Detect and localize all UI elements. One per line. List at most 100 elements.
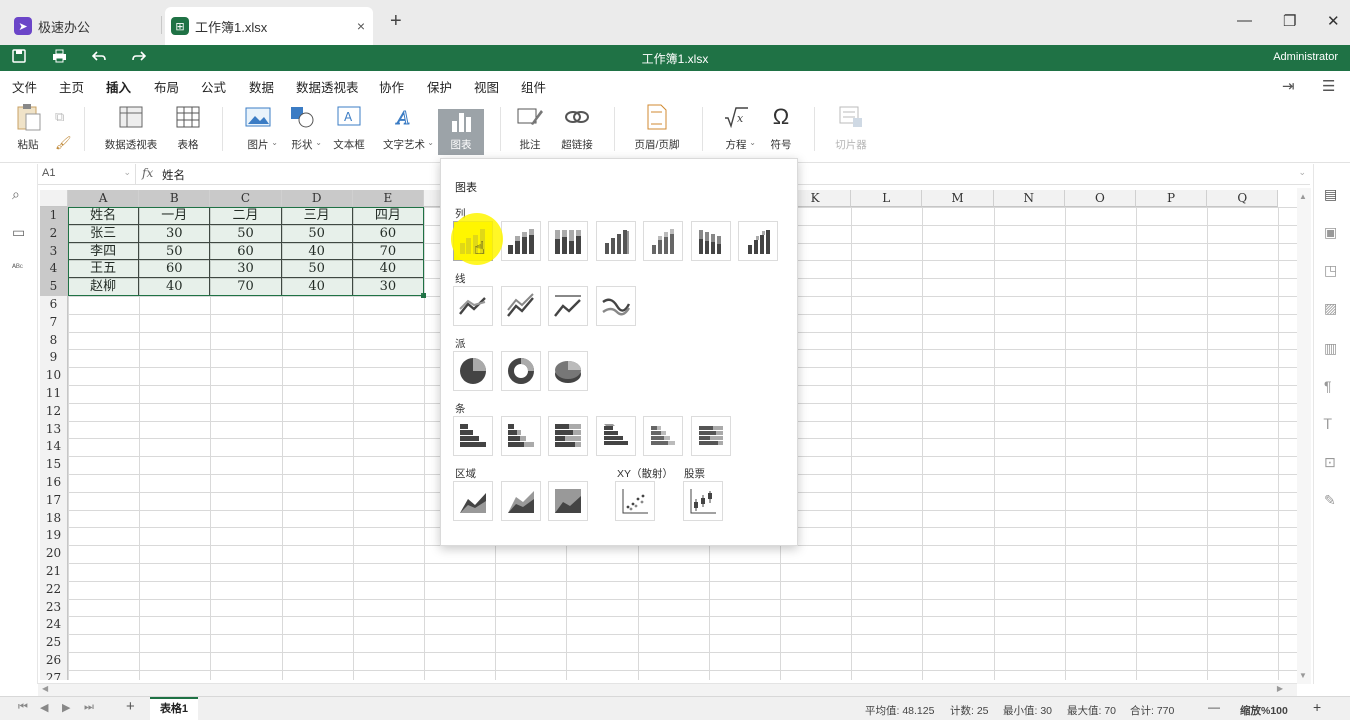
select-all-corner[interactable] — [40, 190, 68, 207]
menu-insert[interactable]: 插入 — [106, 77, 132, 102]
row-header[interactable]: 18 — [40, 509, 68, 528]
pie-chart-option[interactable] — [453, 351, 493, 391]
header-footer-button[interactable]: 页眉/页脚 — [630, 101, 684, 157]
menu-pivot[interactable]: 数据透视表 — [296, 77, 359, 96]
column-header[interactable]: L — [851, 190, 923, 207]
percent-stacked-column-chart-option[interactable] — [548, 221, 588, 261]
menu-home[interactable]: 主页 — [59, 77, 84, 96]
3d-line-chart-option[interactable] — [596, 286, 636, 326]
zoom-out-button[interactable]: — — [1208, 700, 1220, 714]
menu-view[interactable]: 视图 — [474, 77, 499, 96]
row-header[interactable]: 8 — [40, 331, 68, 350]
user-name[interactable]: Administrator — [1273, 51, 1338, 63]
comment-panel-icon[interactable]: ▭ — [12, 224, 25, 241]
row-header[interactable]: 14 — [40, 438, 68, 457]
row-header[interactable]: 15 — [40, 456, 68, 474]
row-header[interactable]: 6 — [40, 296, 68, 314]
row-header[interactable]: 9 — [40, 349, 68, 368]
row-header[interactable]: 1 — [40, 207, 68, 225]
3d-percent-column-chart-option[interactable] — [691, 221, 731, 261]
3d-column-depth-chart-option[interactable] — [738, 221, 778, 261]
column-header[interactable]: P — [1136, 190, 1208, 207]
row-header[interactable]: 11 — [40, 385, 68, 403]
tab-home[interactable]: ➤ 极速办公 — [8, 7, 158, 45]
row-header[interactable]: 5 — [40, 278, 68, 296]
text-art-settings-icon[interactable]: Ꭲ — [1324, 416, 1332, 433]
row-header[interactable]: 27 — [40, 669, 68, 680]
comment-button[interactable]: 批注 — [514, 101, 546, 157]
open-file-icon[interactable]: ⇥ — [1282, 77, 1295, 95]
percent-stacked-line-chart-option[interactable] — [548, 286, 588, 326]
menu-plugins[interactable]: 组件 — [521, 77, 546, 96]
doughnut-chart-option[interactable] — [501, 351, 541, 391]
restore-button[interactable]: ❐ — [1283, 12, 1296, 30]
3d-bar-chart-option[interactable] — [596, 416, 636, 456]
row-header[interactable]: 3 — [40, 242, 68, 261]
row-header[interactable]: 2 — [40, 224, 68, 243]
paste-button[interactable]: 粘贴 — [10, 101, 46, 157]
sheet-tab[interactable]: 表格1 — [150, 697, 198, 720]
search-icon[interactable]: ⌕ — [12, 186, 20, 203]
chart-settings-icon[interactable]: ▥ — [1324, 340, 1337, 357]
pivot-settings-icon[interactable]: ⊡ — [1324, 454, 1336, 471]
row-header[interactable]: 25 — [40, 634, 68, 652]
image-button[interactable]: 图片 ⌄ — [240, 101, 278, 157]
column-header[interactable]: A — [68, 190, 140, 207]
column-header[interactable]: C — [210, 190, 282, 207]
formula-input[interactable]: 姓名 — [162, 167, 185, 183]
add-sheet-button[interactable]: + — [126, 698, 135, 715]
percent-stacked-area-chart-option[interactable] — [548, 481, 588, 521]
row-header[interactable]: 10 — [40, 367, 68, 385]
signature-settings-icon[interactable]: ✎ — [1324, 492, 1336, 509]
horizontal-scrollbar[interactable]: ◀ ▶ — [38, 683, 1297, 696]
tab-workbook[interactable]: ⊞ 工作簿1.xlsx × — [165, 7, 373, 45]
prev-sheet-icon[interactable]: ◀ — [40, 701, 48, 714]
column-header[interactable]: E — [352, 190, 424, 207]
row-header[interactable]: 20 — [40, 545, 68, 563]
stock-chart-option[interactable] — [683, 481, 723, 521]
last-sheet-icon[interactable]: ⏭ — [84, 701, 94, 714]
name-box[interactable]: A1 ⌄ — [38, 164, 136, 185]
3d-stacked-bar-chart-option[interactable] — [643, 416, 683, 456]
3d-stacked-column-chart-option[interactable] — [643, 221, 683, 261]
table-button[interactable]: 表格 — [172, 101, 204, 157]
row-header[interactable]: 7 — [40, 313, 68, 332]
image-settings-icon[interactable]: ▨ — [1324, 300, 1337, 317]
zoom-level[interactable]: 缩放%100 — [1240, 703, 1288, 718]
stacked-column-chart-option[interactable] — [501, 221, 541, 261]
3d-column-chart-option[interactable] — [596, 221, 636, 261]
symbol-button[interactable]: Ω 符号 — [766, 101, 796, 157]
menu-file[interactable]: 文件 — [12, 77, 37, 96]
cell-settings-icon[interactable]: ▤ — [1324, 186, 1337, 203]
minimize-button[interactable]: — — [1237, 12, 1252, 29]
3d-pie-chart-option[interactable] — [548, 351, 588, 391]
expand-formula-icon[interactable]: ⌄ — [1298, 167, 1306, 178]
row-header[interactable]: 12 — [40, 402, 68, 421]
row-header[interactable]: 16 — [40, 474, 68, 492]
wordart-button[interactable]: A 文字艺术 ⌄ — [378, 101, 434, 157]
line-chart-option[interactable] — [453, 286, 493, 326]
first-sheet-icon[interactable]: ⏮ — [18, 701, 28, 714]
scatter-chart-option[interactable] — [615, 481, 655, 521]
hamburger-menu-icon[interactable]: ☰ — [1322, 77, 1335, 95]
vertical-scrollbar[interactable]: ▲ ▼ — [1297, 188, 1311, 684]
column-header[interactable]: M — [922, 190, 994, 207]
column-header[interactable]: Q — [1207, 190, 1279, 207]
column-header[interactable]: N — [993, 190, 1065, 207]
stacked-area-chart-option[interactable] — [501, 481, 541, 521]
new-tab-button[interactable]: + — [390, 10, 402, 33]
area-chart-option[interactable] — [453, 481, 493, 521]
clustered-bar-chart-option[interactable] — [453, 416, 493, 456]
next-sheet-icon[interactable]: ▶ — [62, 701, 70, 714]
row-header[interactable]: 19 — [40, 527, 68, 546]
row-header[interactable]: 4 — [40, 260, 68, 279]
row-header[interactable]: 21 — [40, 563, 68, 581]
hyperlink-button[interactable]: 超链接 — [558, 101, 596, 157]
spellcheck-icon[interactable]: ᴬᴮᶜ — [12, 262, 23, 272]
shape-settings-icon[interactable]: ◳ — [1324, 262, 1337, 279]
row-header[interactable]: 13 — [40, 420, 68, 439]
close-tab-icon[interactable]: × — [357, 18, 365, 34]
menu-protect[interactable]: 保护 — [427, 77, 452, 96]
row-header[interactable]: 17 — [40, 491, 68, 510]
3d-percent-bar-chart-option[interactable] — [691, 416, 731, 456]
